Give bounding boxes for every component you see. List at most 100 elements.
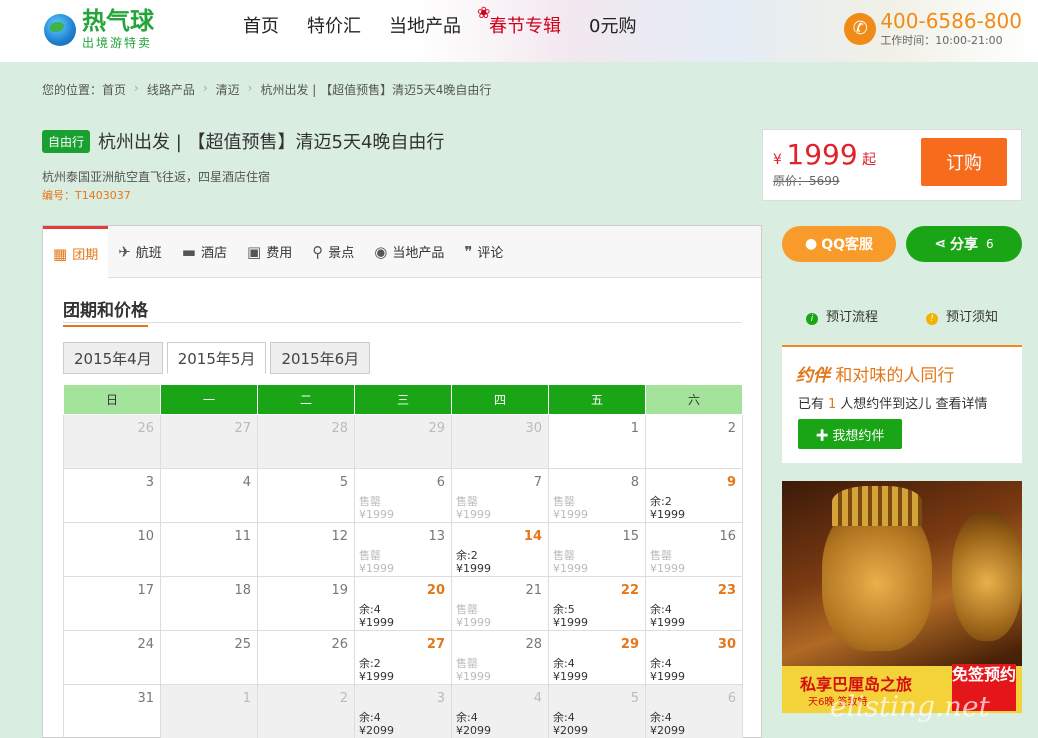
chevron-right-icon: › [202, 81, 208, 95]
day-number: 16 [719, 529, 736, 544]
calendar-day[interactable]: 22 余:5 ¥1999 [548, 576, 646, 631]
calendar-week: 3 4 5 6 售罄 ¥1999 7 售罄 ¥1999 8 售罄 ¥1999 9 余:2 ¥1999 [63, 468, 743, 523]
work-hours: 工作时间：10:00-21:00 [880, 34, 1003, 47]
breadcrumb-home[interactable]: 您的位置：首页 [42, 81, 126, 98]
tab-local[interactable]: ◉ 当地产品 [364, 226, 454, 277]
day-status: 余:4 ¥2099 [553, 711, 588, 737]
month-tab-may[interactable]: 2015年5月 [166, 342, 267, 374]
day-status: 售罄 ¥1999 [359, 495, 394, 521]
hotline: ✆ 400-6586-800 工作时间：10:00-21:00 [844, 10, 1022, 48]
calendar-day: 26 [63, 414, 161, 469]
chevron-right-icon: › [247, 81, 253, 95]
calendar-day: 26 [257, 630, 355, 685]
quote-icon: ❞ [464, 242, 473, 261]
share-count: 6 [986, 237, 994, 251]
calendar-day: 28 售罄 ¥1999 [451, 630, 549, 685]
nav-local[interactable]: 当地产品 [389, 15, 461, 39]
calendar-day[interactable]: 9 余:2 ¥1999 [645, 468, 743, 523]
booking-notice-link[interactable]: ! 预订须知 [925, 306, 998, 325]
calendar-day: 3 余:4 ¥2099 [354, 684, 452, 738]
calendar-day: 2 [645, 414, 743, 469]
day-status: 余:2 ¥1999 [359, 657, 394, 683]
calendar-day[interactable]: 27 余:2 ¥1999 [354, 630, 452, 685]
breadcrumb-city[interactable]: 清迈 [216, 81, 240, 98]
original-price: 原价：5699 [773, 174, 840, 188]
calendar-day: 6 余:4 ¥2099 [645, 684, 743, 738]
calendar-day[interactable]: 14 余:2 ¥1999 [451, 522, 549, 577]
tab-flight[interactable]: ✈ 航班 [108, 226, 172, 277]
tab-reviews[interactable]: ❞ 评论 [454, 226, 513, 277]
book-button[interactable]: 订购 [921, 138, 1007, 186]
share-icon: ⋖ [934, 236, 947, 252]
day-status: 余:2 ¥1999 [456, 549, 491, 575]
chevron-right-icon: › [134, 81, 139, 95]
day-number: 29 [428, 421, 445, 436]
calendar: 日一二三四五六 26 27 28 29 30 1 2 3 4 5 6 售罄 ¥1999 7 售罄 ¥1999 8… [63, 384, 743, 738]
day-number: 14 [523, 529, 542, 544]
find-partner-button[interactable]: ✚ 我想约伴 [798, 419, 902, 449]
weekday-header: 五 [548, 384, 646, 415]
tab-hotel[interactable]: ▬ 酒店 [172, 226, 237, 277]
day-number: 8 [630, 475, 639, 490]
partner-detail-link[interactable]: 查看详情 [935, 397, 987, 412]
month-tabs: 2015年4月 2015年5月 2015年6月 [63, 342, 374, 374]
calendar-day: 12 [257, 522, 355, 577]
calendar-day[interactable]: 29 余:4 ¥1999 [548, 630, 646, 685]
product-title-row: 自由行 杭州出发 | 【超值预售】清迈5天4晚自由行 [42, 128, 444, 154]
day-number: 29 [620, 637, 639, 652]
tab-schedule[interactable]: ▦ 团期 [43, 226, 109, 278]
watermark: elisting.net [830, 690, 990, 723]
day-status: 售罄 ¥1999 [359, 549, 394, 575]
calendar-day: 18 [160, 576, 258, 631]
calendar-day[interactable]: 23 余:4 ¥1999 [645, 576, 743, 631]
calendar-day: 29 [354, 414, 452, 469]
calendar-day: 4 [160, 468, 258, 523]
day-number: 30 [525, 421, 542, 436]
main-panel: ▦ 团期 ✈ 航班 ▬ 酒店 ▣ 费用 ⚲ 景点 ◉ 当地产品 ❞ 评论 团期和价格 2015… [42, 225, 762, 738]
breadcrumb-routes[interactable]: 线路产品 [147, 81, 195, 98]
calendar-day[interactable]: 20 余:4 ¥1999 [354, 576, 452, 631]
info-icon: i [805, 312, 818, 325]
calendar-day: 3 [63, 468, 161, 523]
calendar-week: 17 18 19 20 余:4 ¥1999 21 售罄 ¥1999 22 余:5 ¥1999 23 余:4… [63, 576, 743, 631]
day-number: 26 [137, 421, 154, 436]
calendar-day: 30 [451, 414, 549, 469]
day-status: 余:4 ¥1999 [650, 603, 685, 629]
chat-bubble-icon: ● [804, 236, 818, 252]
month-tab-april[interactable]: 2015年4月 [63, 342, 163, 374]
day-number: 3 [145, 475, 154, 490]
calendar-day: 11 [160, 522, 258, 577]
logo-name: 热气球 [82, 7, 154, 35]
nav-spring-festival[interactable]: ❀ 春节专辑 [477, 3, 561, 39]
tab-sights[interactable]: ⚲ 景点 [302, 226, 364, 277]
day-number: 27 [234, 421, 251, 436]
partner-box: 约伴 和对味的人同行 已有 1 人想约伴到这儿 查看详情 ✚ 我想约伴 [782, 345, 1022, 463]
month-tab-june[interactable]: 2015年6月 [270, 342, 371, 374]
day-status: 售罄 ¥1999 [456, 603, 491, 629]
calendar-day[interactable]: 30 余:4 ¥1999 [645, 630, 743, 685]
nav-zero-buy[interactable]: 0元购 [589, 15, 636, 39]
bali-ad-banner[interactable]: 私享巴厘岛之旅 天6晚 签致特 免签预约 [782, 481, 1022, 713]
day-status: 售罄 ¥1999 [553, 549, 588, 575]
day-status: 余:4 ¥2099 [359, 711, 394, 737]
qq-service-button[interactable]: ● QQ客服 [782, 226, 896, 262]
partner-title: 约伴 和对味的人同行 [796, 366, 955, 386]
calendar-day: 31 [63, 684, 161, 738]
day-number: 21 [525, 583, 542, 598]
nav-deals[interactable]: 特价汇 [307, 15, 361, 39]
logo[interactable]: 热气球 出境游特卖 [44, 8, 154, 51]
nav-home[interactable]: 首页 [243, 15, 279, 39]
day-number: 10 [137, 529, 154, 544]
day-number: 4 [533, 691, 542, 706]
pin-icon: ⚲ [312, 242, 324, 261]
calendar-day: 15 售罄 ¥1999 [548, 522, 646, 577]
day-status: 售罄 ¥1999 [456, 657, 491, 683]
calendar-day: 17 [63, 576, 161, 631]
day-number: 1 [630, 421, 639, 436]
booking-flow-link[interactable]: i 预订流程 [805, 306, 878, 325]
share-button[interactable]: ⋖ 分享 6 [906, 226, 1022, 262]
calendar-day: 1 [160, 684, 258, 738]
calendar-day: 1 [548, 414, 646, 469]
tab-cost[interactable]: ▣ 费用 [237, 226, 302, 277]
site-header: 热气球 出境游特卖 首页 特价汇 当地产品 ❀ 春节专辑 0元购 ✆ 400-65… [0, 0, 1038, 62]
